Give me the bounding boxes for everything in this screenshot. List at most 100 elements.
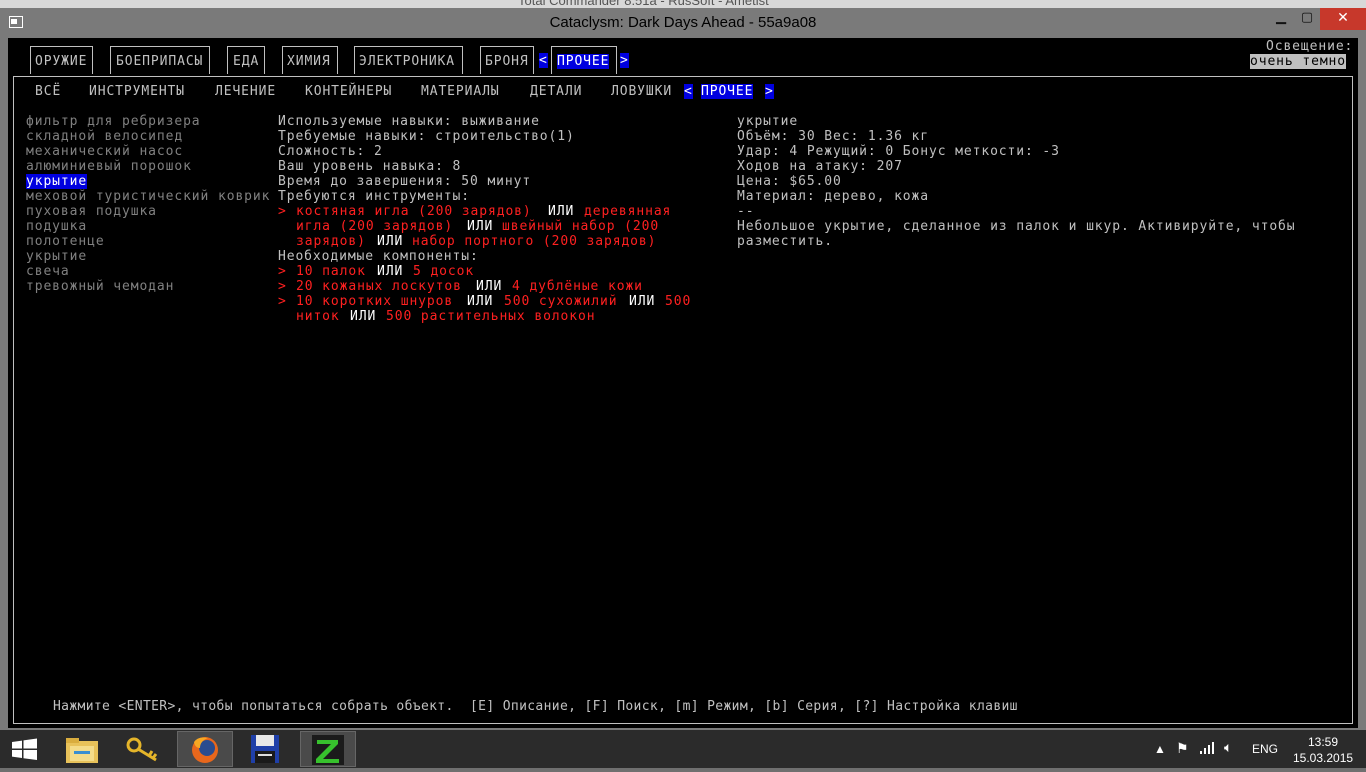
comp-plant-fibers: 500 растительных волокон xyxy=(386,309,596,324)
item-price: Цена: $65.00 xyxy=(737,174,842,189)
start-button[interactable] xyxy=(0,731,50,767)
recipe-item[interactable]: свеча xyxy=(26,264,70,279)
or-label: ИЛИ xyxy=(467,294,494,309)
subtab-traps[interactable]: ЛОВУШКИ xyxy=(611,84,672,99)
or-label: ИЛИ xyxy=(476,279,503,294)
subtab-medical[interactable]: ЛЕЧЕНИЕ xyxy=(215,84,276,99)
subtab-all[interactable]: ВСЁ xyxy=(35,84,61,99)
recipe-item[interactable]: пуховая подушка xyxy=(26,204,157,219)
comp-sticks: 10 палок xyxy=(296,264,366,279)
lighting-label: Освещение: xyxy=(1266,39,1354,54)
clock-time[interactable]: 13:59 xyxy=(1308,735,1338,749)
tab-ammo[interactable]: БОЕПРИПАСЫ xyxy=(110,46,210,74)
your-skill-level: Ваш уровень навыка: 8 xyxy=(278,159,462,174)
recipe-item[interactable]: меховой туристический коврик xyxy=(26,189,270,204)
tab-chemistry[interactable]: ХИМИЯ xyxy=(282,46,338,74)
recipe-item-selected[interactable]: укрытие xyxy=(26,174,88,189)
subtab-tools[interactable]: ИНСТРУМЕНТЫ xyxy=(89,84,185,99)
background-window-title-strip: Total Commander 8.51a - RusSoft - Ametis… xyxy=(0,0,1366,8)
lighting-value: очень темно xyxy=(1250,54,1346,69)
tool-tailors-kit: набор портного (200 зарядов) xyxy=(412,234,657,249)
or-label: ИЛИ xyxy=(350,309,377,324)
or-label: ИЛИ xyxy=(377,264,404,279)
subtab-next-arrow[interactable]: > xyxy=(765,84,774,99)
recipe-item[interactable]: алюминиевый порошок xyxy=(26,159,192,174)
footer-hint: Нажмите <ENTER>, чтобы попытаться собрат… xyxy=(53,699,1018,714)
comp-threads-cont: ниток xyxy=(296,309,340,324)
comp-short-cords: 10 коротких шнуров xyxy=(296,294,454,309)
game-console: ОРУЖИЕ БОЕПРИПАСЫ ЕДА ХИМИЯ ЭЛЕКТРОНИКА … xyxy=(8,38,1358,728)
save-floppy-icon xyxy=(251,735,279,763)
components-header: Необходимые компоненты: xyxy=(278,249,479,264)
tool-sewing-kit: швейный набор (200 xyxy=(502,219,660,234)
network-signal-icon[interactable] xyxy=(1200,741,1216,758)
background-window-title: Total Commander 8.51a - RusSoft - Ametis… xyxy=(518,0,769,8)
start-icon xyxy=(12,738,37,760)
game-window: Cataclysm: Dark Days Ahead - 55a9a08 ▁ ▢… xyxy=(0,8,1366,730)
keys-icon xyxy=(126,737,158,762)
tab-food[interactable]: ЕДА xyxy=(227,46,265,74)
item-material: Материал: дерево, кожа xyxy=(737,189,929,204)
item-name: укрытие xyxy=(737,114,799,129)
window-title: Cataclysm: Dark Days Ahead - 55a9a08 xyxy=(549,14,817,31)
tab-weapons[interactable]: ОРУЖИЕ xyxy=(30,46,93,74)
subtab-other[interactable]: ПРОЧЕЕ xyxy=(701,84,754,99)
volume-icon[interactable]: 🔈︎ xyxy=(1224,739,1232,756)
action-center-flag-icon[interactable]: ⚑ xyxy=(1176,740,1189,757)
cataclysm-z-icon xyxy=(312,735,344,765)
list-marker: > xyxy=(278,294,287,309)
recipe-item[interactable]: складной велосипед xyxy=(26,129,183,144)
item-description: Небольшое укрытие, сделанное из палок и … xyxy=(737,219,1296,234)
minimize-button[interactable]: ▁ xyxy=(1268,8,1294,30)
subtab-containers[interactable]: КОНТЕЙНЕРЫ xyxy=(305,84,392,99)
recipe-item[interactable]: механический насос xyxy=(26,144,183,159)
list-marker: > xyxy=(278,264,287,279)
tray-show-hidden-icon[interactable]: ▲ xyxy=(1154,742,1166,756)
item-separator: -- xyxy=(737,204,755,219)
tool-wooden-needle: деревянная xyxy=(584,204,672,219)
tab-next-arrow[interactable]: > xyxy=(620,53,629,68)
subtab-parts[interactable]: ДЕТАЛИ xyxy=(530,84,582,99)
tab-electronics[interactable]: ЭЛЕКТРОНИКА xyxy=(354,46,463,74)
recipe-item[interactable]: фильтр для ребризера xyxy=(26,114,201,129)
subtab-materials[interactable]: МАТЕРИАЛЫ xyxy=(421,84,500,99)
item-combat-stats: Удар: 4 Режущий: 0 Бонус меткости: -3 xyxy=(737,144,1060,159)
tab-prev-arrow[interactable]: < xyxy=(539,53,548,68)
close-button[interactable]: ✕ xyxy=(1320,8,1366,30)
item-volume-weight: Объём: 30 Вес: 1.36 кг xyxy=(737,129,929,144)
tool-sewing-kit-cont: зарядов) xyxy=(296,234,366,249)
taskbar-keys[interactable] xyxy=(116,731,172,767)
firefox-icon xyxy=(192,737,218,763)
comp-planks: 5 досок xyxy=(413,264,475,279)
title-bar[interactable]: Cataclysm: Dark Days Ahead - 55a9a08 ▁ ▢… xyxy=(0,8,1366,38)
item-moves: Ходов на атаку: 207 xyxy=(737,159,903,174)
tab-other[interactable]: ПРОЧЕЕ xyxy=(551,46,617,74)
or-label: ИЛИ xyxy=(548,204,575,219)
tab-armor[interactable]: БРОНЯ xyxy=(480,46,534,74)
comp-sinews: 500 сухожилий xyxy=(504,294,618,309)
crafting-frame xyxy=(13,76,1353,724)
tools-header: Требуются инструменты: xyxy=(278,189,470,204)
taskbar-file-explorer[interactable] xyxy=(54,731,110,767)
taskbar-cataclysm[interactable] xyxy=(300,731,356,767)
clock-date[interactable]: 15.03.2015 xyxy=(1293,751,1353,765)
comp-threads: 500 xyxy=(665,294,692,309)
subtab-prev-arrow[interactable]: < xyxy=(684,84,693,99)
input-language[interactable]: ENG xyxy=(1252,742,1278,756)
difficulty: Сложность: 2 xyxy=(278,144,383,159)
list-marker: > xyxy=(278,204,287,219)
tool-wooden-needle-cont: игла (200 зарядов) xyxy=(296,219,454,234)
recipe-item[interactable]: укрытие xyxy=(26,249,87,264)
recipe-item[interactable]: подушка xyxy=(26,219,87,234)
recipe-item[interactable]: тревожный чемодан xyxy=(26,279,174,294)
maximize-button[interactable]: ▢ xyxy=(1294,8,1320,30)
taskbar-firefox[interactable] xyxy=(177,731,233,767)
recipe-item[interactable]: полотенце xyxy=(26,234,105,249)
tool-bone-needle: костяная игла (200 зарядов) xyxy=(296,204,532,219)
comp-leather-patches: 20 кожаных лоскутов xyxy=(296,279,462,294)
taskbar-save[interactable] xyxy=(238,731,294,767)
file-explorer-icon xyxy=(66,738,98,763)
taskbar: ▲ ⚑ 🔈︎ ENG 13:59 15.03.2015 xyxy=(0,730,1366,768)
or-label: ИЛИ xyxy=(377,234,404,249)
or-label: ИЛИ xyxy=(629,294,656,309)
